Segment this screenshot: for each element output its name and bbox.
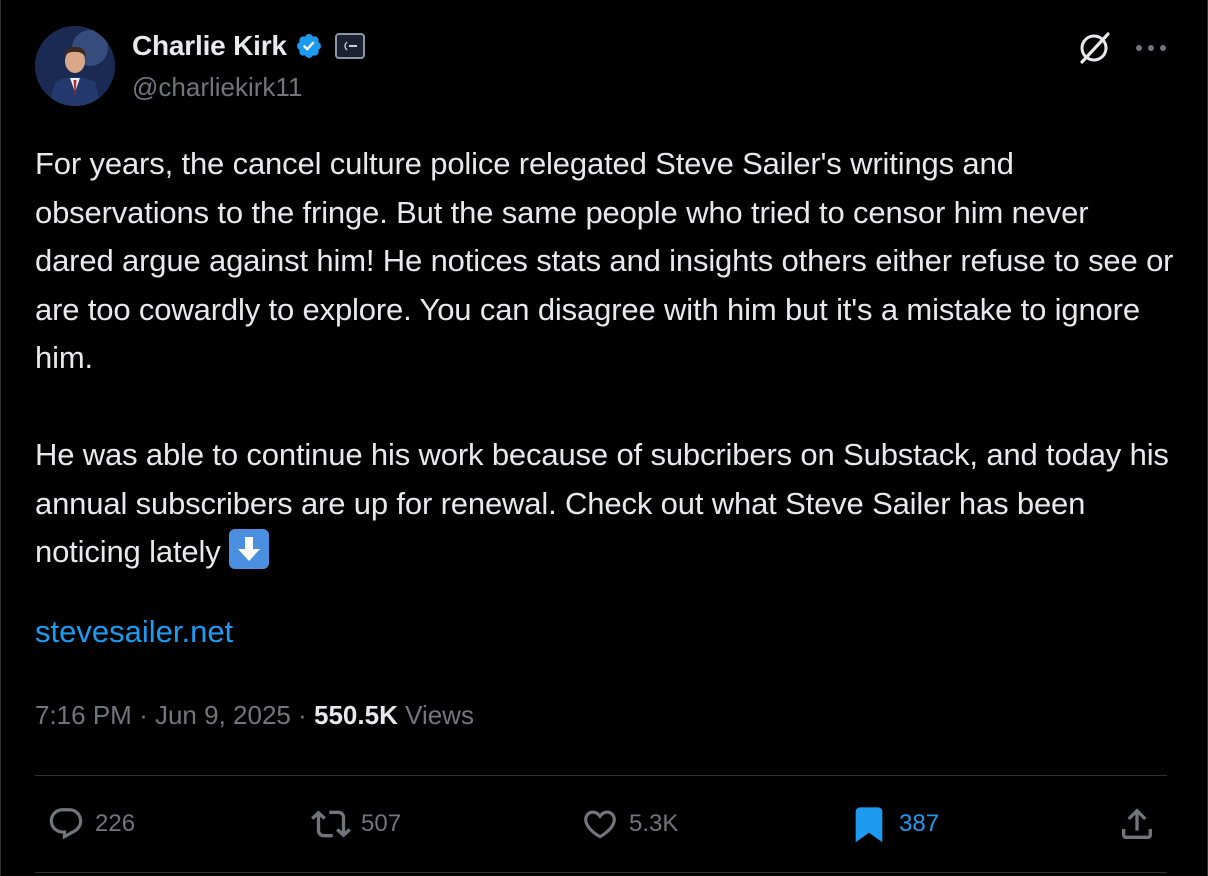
views-label: Views — [405, 700, 474, 730]
post-link[interactable]: stevesailer.net — [35, 614, 233, 650]
views-count: 550.5K — [314, 700, 398, 730]
post-paragraph-2-text: He was able to continue his work because… — [35, 437, 1169, 569]
like-icon — [584, 810, 616, 839]
repost-button[interactable]: 507 — [311, 800, 401, 848]
reply-icon — [49, 808, 83, 840]
post-meta: 7:16 PM · Jun 9, 2025 · 550.5K Views — [35, 700, 474, 731]
post-text: For years, the cancel culture police rel… — [35, 140, 1175, 577]
repost-icon — [311, 810, 351, 838]
like-button[interactable]: 5.3K — [581, 800, 678, 848]
share-button[interactable] — [1117, 800, 1157, 848]
grok-icon[interactable] — [1076, 30, 1112, 66]
bookmark-button[interactable]: 387 — [849, 800, 939, 848]
affiliate-logo-icon — [344, 41, 357, 51]
repost-count: 507 — [361, 810, 402, 837]
author-handle[interactable]: @charliekirk11 — [132, 72, 302, 103]
share-icon — [1122, 808, 1152, 839]
post-paragraph-1: For years, the cancel culture police rel… — [35, 146, 1174, 375]
verified-badge-icon — [296, 34, 321, 58]
avatar-image — [35, 26, 115, 106]
affiliate-badge-icon[interactable] — [334, 33, 365, 59]
meta-separator: · — [139, 700, 148, 730]
avatar[interactable] — [35, 26, 115, 106]
post-paragraph-2: He was able to continue his work because… — [35, 431, 1175, 577]
bookmark-count: 387 — [899, 810, 940, 837]
divider — [35, 775, 1167, 776]
down-arrow-glyph-icon — [237, 537, 260, 561]
action-bar: 226 507 5.3K 387 — [1, 800, 1208, 850]
post-date[interactable]: Jun 9, 2025 — [155, 700, 291, 730]
post-time[interactable]: 7:16 PM — [35, 700, 132, 730]
meta-separator: · — [298, 700, 307, 730]
post-container: Charlie Kirk @charliekirk11 For years, t… — [0, 0, 1208, 876]
reply-button[interactable]: 226 — [47, 800, 135, 848]
bottom-divider — [35, 872, 1167, 873]
down-arrow-emoji-icon — [228, 529, 269, 569]
author-row: Charlie Kirk — [132, 30, 365, 62]
like-count: 5.3K — [629, 810, 679, 837]
more-icon[interactable] — [1131, 30, 1171, 66]
bookmark-icon — [855, 807, 883, 843]
reply-count: 226 — [95, 810, 136, 837]
author-name[interactable]: Charlie Kirk — [132, 30, 287, 62]
